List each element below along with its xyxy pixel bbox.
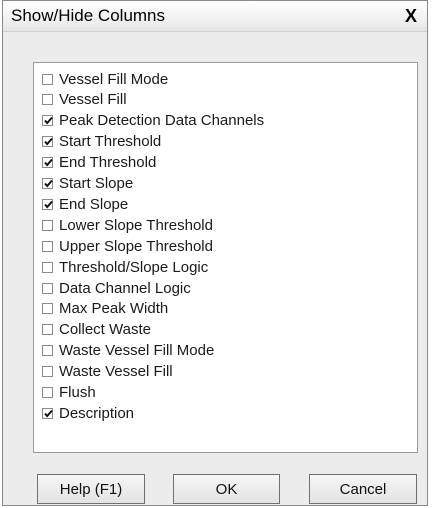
column-option[interactable]: Max Peak Width xyxy=(42,299,168,319)
column-option[interactable]: Description xyxy=(42,403,134,423)
column-option[interactable]: Lower Slope Threshold xyxy=(42,215,213,235)
column-option-label: Collect Waste xyxy=(59,321,151,339)
checkbox-unchecked[interactable] xyxy=(42,240,53,252)
column-option[interactable]: Waste Vessel Fill xyxy=(42,362,173,382)
checkbox-checked[interactable] xyxy=(42,178,53,189)
checkbox-checked[interactable] xyxy=(42,157,53,169)
checkbox-checked[interactable] xyxy=(42,115,53,127)
column-option-label: End Slope xyxy=(59,195,129,213)
column-option-label: Vessel Fill xyxy=(59,91,127,109)
column-option[interactable]: Threshold/Slope Logic xyxy=(42,257,208,277)
column-option-label: Max Peak Width xyxy=(59,300,169,318)
column-option[interactable]: End Slope xyxy=(42,194,128,214)
checkbox-unchecked[interactable] xyxy=(42,73,53,85)
column-option-label: Upper Slope Threshold xyxy=(59,237,213,255)
checkmark-icon xyxy=(44,179,53,188)
checkbox-checked[interactable] xyxy=(42,407,53,419)
columns-checklist: Vessel Fill Mode Vessel Fill Peak Detectio… xyxy=(33,62,418,453)
checkbox-unchecked[interactable] xyxy=(42,366,53,378)
column-option[interactable]: Start Slope xyxy=(42,174,133,194)
checkbox-checked[interactable] xyxy=(42,136,53,148)
column-option[interactable]: Waste Vessel Fill Mode xyxy=(42,341,214,361)
column-option-label: Waste Vessel Fill Mode xyxy=(59,342,215,360)
checkmark-icon xyxy=(44,117,53,125)
column-option[interactable]: Vessel Fill xyxy=(42,90,127,110)
checkbox-unchecked[interactable] xyxy=(42,303,53,315)
column-option-label: Start Threshold xyxy=(59,133,162,151)
column-option-label: Peak Detection Data Channels xyxy=(59,112,265,130)
column-option[interactable]: End Threshold xyxy=(42,153,156,173)
column-option-label: Waste Vessel Fill xyxy=(59,363,173,381)
column-option-label: Flush xyxy=(59,384,96,401)
title-bar[interactable]: Show/Hide Columns X xyxy=(3,1,427,32)
column-option-label: Vessel Fill Mode xyxy=(59,70,169,88)
checkmark-icon xyxy=(44,409,53,418)
column-option[interactable]: Upper Slope Threshold xyxy=(42,236,213,256)
help-button[interactable]: Help (F1) xyxy=(37,474,145,504)
column-option-label: Start Slope xyxy=(59,175,134,192)
ok-button[interactable]: OK xyxy=(173,474,280,504)
column-option-label: Data Channel Logic xyxy=(59,279,191,297)
column-option-label: Threshold/Slope Logic xyxy=(59,258,209,276)
checkbox-checked[interactable] xyxy=(42,198,53,210)
column-option[interactable]: Vessel Fill Mode xyxy=(42,69,168,89)
column-option-label: Description xyxy=(59,404,135,422)
dialog-title: Show/Hide Columns xyxy=(11,6,166,25)
close-button[interactable]: X xyxy=(399,4,423,28)
column-option[interactable]: Start Threshold xyxy=(42,132,161,152)
checkmark-icon xyxy=(44,158,53,167)
column-option-label: End Threshold xyxy=(59,154,157,172)
cancel-button[interactable]: Cancel xyxy=(309,474,417,504)
column-option[interactable]: Data Channel Logic xyxy=(42,278,191,298)
checkbox-unchecked[interactable] xyxy=(42,345,53,357)
column-option[interactable]: Collect Waste xyxy=(42,320,151,340)
checkbox-unchecked[interactable] xyxy=(42,261,53,273)
checkbox-unchecked[interactable] xyxy=(42,387,53,398)
column-option[interactable]: Peak Detection Data Channels xyxy=(42,111,264,131)
checkbox-unchecked[interactable] xyxy=(42,94,53,106)
checkbox-unchecked[interactable] xyxy=(42,324,53,336)
show-hide-columns-dialog: Show/Hide Columns X Vessel Fill Mode Vess… xyxy=(2,0,428,506)
checkmark-icon xyxy=(44,200,53,209)
checkmark-icon xyxy=(44,138,53,146)
checkbox-unchecked[interactable] xyxy=(42,282,53,294)
column-option-label: Lower Slope Threshold xyxy=(59,216,213,234)
checkbox-unchecked[interactable] xyxy=(42,219,53,231)
column-option[interactable]: Flush xyxy=(42,383,96,403)
